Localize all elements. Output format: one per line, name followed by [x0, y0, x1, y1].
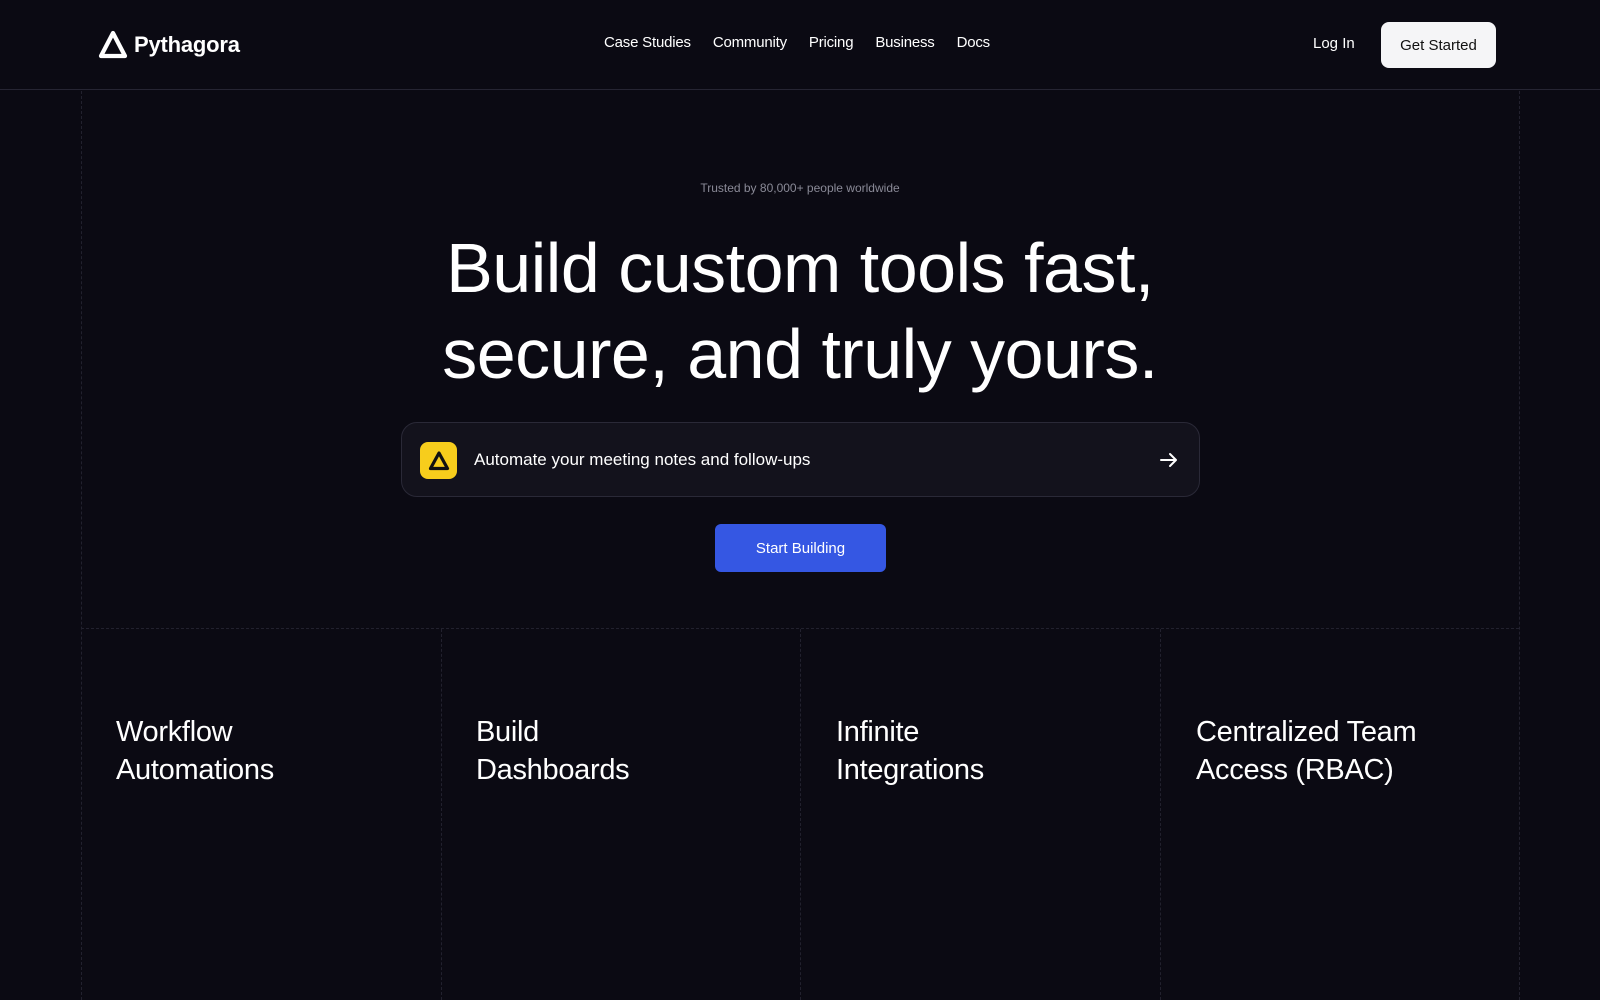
- hero-title-line-1: Build custom tools fast,: [446, 229, 1154, 307]
- feature-title-line-2: Automations: [116, 754, 274, 786]
- nav-case-studies[interactable]: Case Studies: [604, 34, 691, 51]
- prompt-suggestion-box[interactable]: Automate your meeting notes and follow-u…: [401, 422, 1200, 497]
- feature-divider-2: [800, 629, 801, 1000]
- feature-centralized-team-access: Centralized Team Access (RBAC): [1196, 713, 1516, 789]
- feature-title-line-1: Infinite: [836, 716, 920, 748]
- brand-name: Pythagora: [134, 32, 240, 57]
- landing-page: Pythagora Case Studies Community Pricing…: [0, 0, 1600, 1000]
- login-link[interactable]: Log In: [1313, 35, 1355, 52]
- feature-divider-1: [441, 629, 442, 1000]
- pythagora-logo-icon: [428, 450, 449, 470]
- feature-title-line-1: Build: [476, 716, 539, 748]
- nav-community[interactable]: Community: [713, 34, 787, 51]
- arrow-right-icon[interactable]: [1157, 448, 1181, 472]
- prompt-text: Automate your meeting notes and follow-u…: [474, 450, 811, 469]
- start-building-button[interactable]: Start Building: [715, 524, 886, 572]
- brand-logo-link[interactable]: Pythagora: [98, 30, 240, 60]
- pythagora-badge-icon: [420, 442, 457, 479]
- feature-infinite-integrations: Infinite Integrations: [836, 713, 1156, 789]
- nav-business[interactable]: Business: [875, 34, 934, 51]
- feature-title-line-2: Dashboards: [476, 754, 630, 786]
- trusted-by-text: Trusted by 80,000+ people worldwide: [700, 181, 900, 195]
- hero-title-line-2: secure, and truly yours.: [442, 315, 1158, 393]
- feature-title-line-1: Centralized Team: [1196, 716, 1417, 748]
- site-header: Pythagora Case Studies Community Pricing…: [0, 0, 1600, 90]
- feature-build-dashboards: Build Dashboards: [476, 713, 796, 789]
- feature-title-line-1: Workflow: [116, 716, 233, 748]
- feature-divider-3: [1160, 629, 1161, 1000]
- get-started-button[interactable]: Get Started: [1381, 22, 1496, 68]
- feature-title-line-2: Integrations: [836, 754, 984, 786]
- nav-docs[interactable]: Docs: [957, 34, 991, 51]
- pythagora-logo-icon: [98, 30, 128, 59]
- main-nav: Case Studies Community Pricing Business …: [604, 34, 990, 52]
- feature-workflow-automations: Workflow Automations: [116, 713, 436, 789]
- feature-title-line-2: Access (RBAC): [1196, 754, 1394, 786]
- hero-title: Build custom tools fast, secure, and tru…: [0, 225, 1600, 397]
- nav-pricing[interactable]: Pricing: [809, 34, 854, 51]
